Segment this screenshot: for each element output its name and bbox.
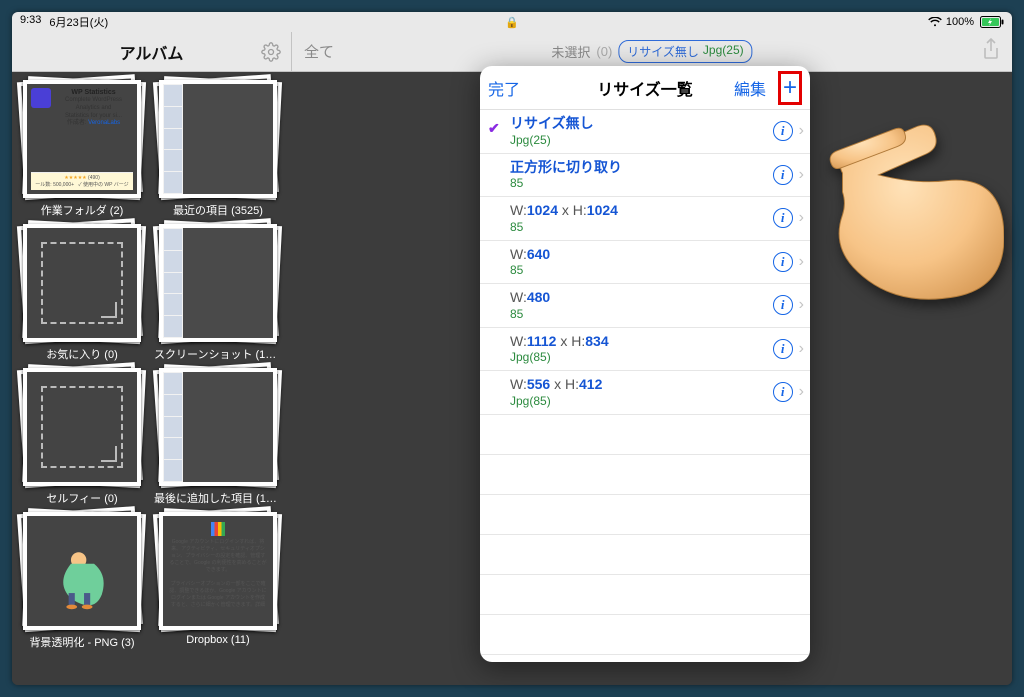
wifi-icon [928,17,942,27]
add-button-highlight: + [778,71,802,105]
gear-icon[interactable] [261,42,281,62]
chevron-right-icon: › [799,296,804,314]
resize-row[interactable]: W:1024 x H:102485i› [480,197,810,241]
status-date: 6月23日(火) [49,14,108,30]
album-label: 背景透明化 - PNG (3) [18,634,146,650]
album-label: 最近の項目 (3525) [154,202,282,218]
album-item[interactable]: WP StatisticsComplete WordPressAnalytics… [18,80,146,218]
album-label: 作業フォルダ (2) [18,202,146,218]
chevron-right-icon: › [799,340,804,358]
selection-count: (0) [596,44,612,59]
album-label: セルフィー (0) [18,490,146,506]
album-item[interactable]: 最後に追加した項目 (1068) [154,368,282,506]
info-icon[interactable]: i [773,252,793,272]
album-item[interactable]: お気に入り (0) [18,224,146,362]
battery-percent: 100% [946,16,974,28]
chevron-right-icon: › [799,383,804,401]
album-item[interactable]: Google アカウントにログインすれば、将来、アクティビティ、セキュリティオプ… [154,512,282,650]
info-icon[interactable]: i [773,208,793,228]
empty-row [480,495,810,535]
resize-pill[interactable]: リサイズ無し Jpg(25) [618,40,752,63]
resize-row[interactable]: W:48085i› [480,284,810,328]
popover-title: リサイズ一覧 [597,76,693,100]
resize-row[interactable]: 正方形に切り取り85i› [480,154,810,198]
edit-button[interactable]: 編集 [734,76,766,100]
status-bar: 9:33 6月23日(火) 🔒 100% [12,12,1012,32]
resize-row[interactable]: W:1112 x H:834Jpg(85)i› [480,328,810,372]
empty-row [480,455,810,495]
chevron-right-icon: › [799,122,804,140]
selection-none-label: 未選択 [551,42,590,61]
chevron-right-icon: › [799,166,804,184]
share-icon[interactable] [982,38,1000,65]
filter-all[interactable]: 全て [304,41,334,62]
info-icon[interactable]: i [773,121,793,141]
album-item[interactable]: 背景透明化 - PNG (3) [18,512,146,650]
album-label: 最後に追加した項目 (1068) [154,490,282,506]
check-icon: ✔ [488,120,500,137]
chevron-right-icon: › [799,253,804,271]
done-button[interactable]: 完了 [488,76,520,100]
resize-row[interactable]: W:64085i› [480,241,810,285]
empty-row [480,415,810,455]
album-label: Dropbox (11) [154,634,282,646]
add-button[interactable]: + [783,76,797,100]
album-sidebar: WP StatisticsComplete WordPressAnalytics… [12,72,292,685]
album-item[interactable]: セルフィー (0) [18,368,146,506]
info-icon[interactable]: i [773,382,793,402]
empty-row [480,535,810,575]
album-item[interactable]: スクリーンショット (1062) [154,224,282,362]
album-label: お気に入り (0) [18,346,146,362]
empty-row [480,655,810,663]
album-item[interactable]: 最近の項目 (3525) [154,80,282,218]
album-label: スクリーンショット (1062) [154,346,282,362]
resize-row[interactable]: W:556 x H:412Jpg(85)i› [480,371,810,415]
empty-row [480,575,810,615]
battery-icon [978,16,1004,28]
lock-icon: 🔒 [505,17,519,29]
resize-popover: 完了 リサイズ一覧 編集 + ✔リサイズ無しJpg(25)i›正方形に切り取り8… [480,66,810,662]
sidebar-title: アルバム [120,40,184,64]
info-icon[interactable]: i [773,165,793,185]
info-icon[interactable]: i [773,295,793,315]
info-icon[interactable]: i [773,339,793,359]
status-time: 9:33 [20,14,41,30]
empty-row [480,615,810,655]
chevron-right-icon: › [799,209,804,227]
resize-row[interactable]: ✔リサイズ無しJpg(25)i› [480,110,810,154]
